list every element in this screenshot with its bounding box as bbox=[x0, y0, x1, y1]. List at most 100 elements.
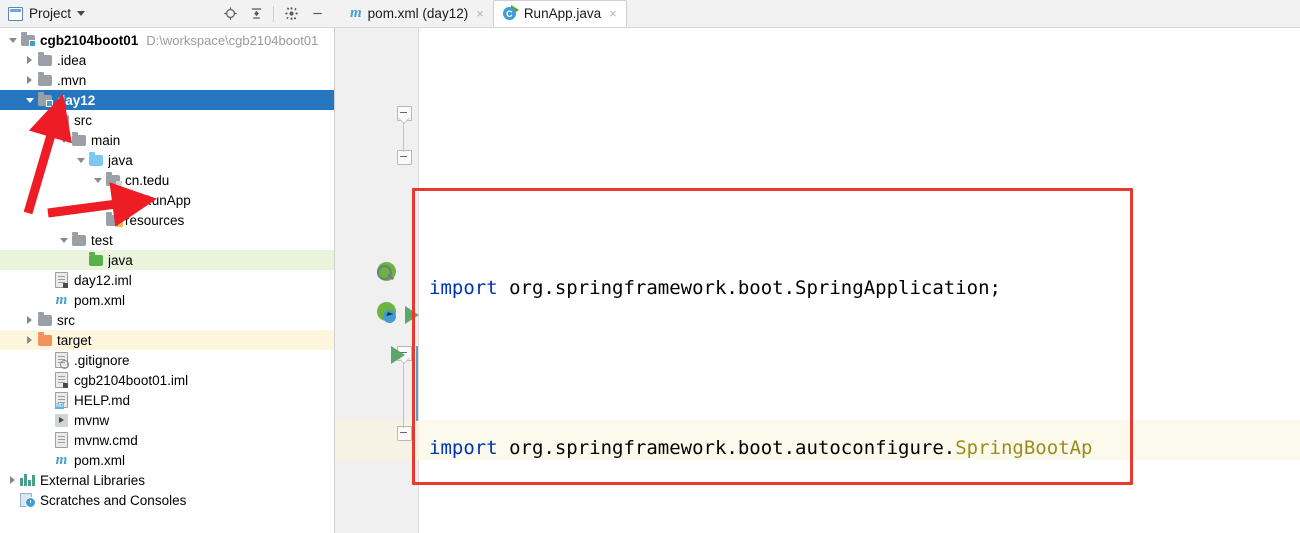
tree-row-external-libraries[interactable]: External Libraries bbox=[0, 470, 334, 490]
run-search-usages-icon[interactable] bbox=[375, 261, 399, 285]
java-run-class-icon: C bbox=[121, 191, 138, 208]
tree-row-label: src bbox=[74, 112, 92, 128]
code-line-3: import org.springframework.boot.autoconf… bbox=[419, 428, 1300, 468]
tree-row-pom-xml[interactable]: m pom.xml bbox=[0, 450, 334, 470]
crosshair-locate-icon[interactable] bbox=[218, 3, 242, 25]
folder-gray-icon bbox=[70, 131, 87, 146]
tree-row-pom-xml[interactable]: m pom.xml bbox=[0, 290, 334, 310]
editor-tab-runapp-java[interactable]: C RunApp.java × bbox=[492, 0, 627, 27]
tree-row-day12-iml[interactable]: day12.iml bbox=[0, 270, 334, 290]
editor-tabs: m pom.xml (day12) × C RunApp.java × bbox=[335, 0, 1300, 28]
tree-row-gitignore[interactable]: .gitignore bbox=[0, 350, 334, 370]
tree-row-src[interactable]: src bbox=[0, 110, 334, 130]
top-row: Project m pom.xml (day12) × C RunApp.jav… bbox=[0, 0, 1300, 28]
folder-orange-icon bbox=[36, 331, 53, 346]
chevron-down-icon[interactable] bbox=[74, 157, 87, 163]
gear-icon[interactable] bbox=[279, 3, 303, 25]
chevron-right-icon[interactable] bbox=[23, 76, 36, 84]
folder-gray-icon bbox=[70, 231, 87, 246]
project-toolbar bbox=[218, 3, 335, 25]
tree-row-test[interactable]: test bbox=[0, 230, 334, 250]
tree-row-label: target bbox=[57, 332, 92, 348]
run-application-icon[interactable] bbox=[375, 301, 399, 325]
tree-row-runapp[interactable]: C RunApp bbox=[0, 190, 334, 210]
chevron-down-icon[interactable] bbox=[57, 137, 70, 143]
project-tool-window-title[interactable]: Project bbox=[8, 6, 86, 21]
maven-icon: m bbox=[350, 5, 362, 21]
code-keyword-import: import bbox=[429, 277, 498, 299]
tree-row-scratches-and-consoles[interactable]: Scratches and Consoles bbox=[0, 490, 334, 510]
tree-row-label: Scratches and Consoles bbox=[40, 492, 187, 508]
chevron-right-icon[interactable] bbox=[23, 316, 36, 324]
run-class-triangle-icon[interactable] bbox=[405, 306, 419, 324]
tree-row-label: resources bbox=[125, 212, 185, 228]
fold-mark-method-end[interactable] bbox=[397, 426, 412, 441]
project-icon bbox=[8, 6, 23, 21]
tree-row-label: pom.xml bbox=[74, 452, 126, 468]
code-content[interactable]: import org.springframework.boot.SpringAp… bbox=[419, 28, 1300, 533]
chevron-down-icon[interactable] bbox=[57, 237, 70, 243]
tree-row-label: .idea bbox=[57, 52, 87, 68]
source-root-folder-icon bbox=[87, 151, 104, 166]
text-file-icon bbox=[53, 432, 70, 448]
tree-row-label: RunApp bbox=[142, 192, 191, 208]
editor-tab-pom-xml[interactable]: m pom.xml (day12) × bbox=[341, 0, 493, 27]
code-line-2: import org.springframework.boot.SpringAp… bbox=[419, 268, 1300, 308]
chevron-down-icon[interactable] bbox=[91, 177, 104, 183]
chevron-down-icon[interactable] bbox=[6, 37, 19, 43]
tree-row-label: mvnw.cmd bbox=[74, 432, 138, 448]
tree-row-target[interactable]: target bbox=[0, 330, 334, 350]
code-editor[interactable]: import org.springframework.boot.SpringAp… bbox=[335, 28, 1300, 533]
tree-row-label: cgb2104boot01.iml bbox=[74, 372, 189, 388]
fold-mark-imports[interactable] bbox=[397, 106, 412, 124]
run-method-triangle-icon[interactable] bbox=[391, 346, 405, 364]
tree-row-label: java bbox=[108, 252, 133, 268]
tree-row-java[interactable]: java bbox=[0, 150, 334, 170]
tree-row-day12[interactable]: day12 bbox=[0, 90, 334, 110]
tree-row-label: day12.iml bbox=[74, 272, 132, 288]
minimize-icon[interactable] bbox=[305, 3, 329, 25]
chevron-right-icon[interactable] bbox=[6, 476, 19, 484]
toolbar-separator bbox=[273, 5, 274, 22]
chevron-down-icon[interactable] bbox=[23, 97, 36, 103]
tree-row-mvn[interactable]: .mvn bbox=[0, 70, 334, 90]
tree-row-cgb2104boot01[interactable]: cgb2104boot01 D:\workspace\cgb2104boot01 bbox=[0, 30, 334, 50]
java-run-class-icon: C bbox=[502, 5, 519, 21]
tree-row-mvnw-cmd[interactable]: mvnw.cmd bbox=[0, 430, 334, 450]
tree-row-label: External Libraries bbox=[40, 472, 146, 488]
fold-region-line bbox=[403, 122, 404, 152]
folder-gray-icon bbox=[53, 111, 70, 126]
scratches-icon bbox=[19, 493, 36, 508]
close-icon[interactable]: × bbox=[476, 7, 484, 20]
resource-root-folder-icon bbox=[104, 211, 123, 227]
project-tree[interactable]: cgb2104boot01 D:\workspace\cgb2104boot01.… bbox=[0, 28, 335, 533]
tree-row-mvnw[interactable]: mvnw bbox=[0, 410, 334, 430]
code-import-path: org.springframework.boot.SpringApplicati… bbox=[497, 277, 1001, 299]
close-icon[interactable]: × bbox=[609, 7, 617, 20]
tree-row-java[interactable]: java bbox=[0, 250, 334, 270]
gutter-change-marker[interactable] bbox=[416, 346, 418, 421]
ide-body: cgb2104boot01 D:\workspace\cgb2104boot01.… bbox=[0, 28, 1300, 533]
chevron-right-icon[interactable] bbox=[23, 336, 36, 344]
tree-row-cn-tedu[interactable]: cn.tedu bbox=[0, 170, 334, 190]
tree-row-help-md[interactable]: MD HELP.md bbox=[0, 390, 334, 410]
libraries-icon bbox=[19, 474, 36, 486]
editor-tab-label: RunApp.java bbox=[523, 6, 602, 21]
tree-row-label: .gitignore bbox=[74, 352, 130, 368]
tree-row-resources[interactable]: resources bbox=[0, 210, 334, 230]
collapse-all-icon[interactable] bbox=[244, 3, 268, 25]
test-root-folder-icon bbox=[87, 251, 104, 266]
tree-row-src[interactable]: src bbox=[0, 310, 334, 330]
script-file-icon bbox=[53, 413, 70, 427]
ide-window: Project m pom.xml (day12) × C RunApp.jav… bbox=[0, 0, 1300, 533]
chevron-down-icon[interactable] bbox=[77, 11, 86, 16]
tree-row-label: test bbox=[91, 232, 113, 248]
tree-row-cgb2104boot01-iml[interactable]: cgb2104boot01.iml bbox=[0, 370, 334, 390]
tree-row-main[interactable]: main bbox=[0, 130, 334, 150]
chevron-right-icon[interactable] bbox=[23, 56, 36, 64]
tree-row-idea[interactable]: .idea bbox=[0, 50, 334, 70]
fold-mark-import2[interactable] bbox=[397, 150, 412, 165]
tree-row-label: .mvn bbox=[57, 72, 87, 88]
markdown-file-icon: MD bbox=[53, 392, 70, 409]
tree-row-label: cn.tedu bbox=[125, 172, 170, 188]
